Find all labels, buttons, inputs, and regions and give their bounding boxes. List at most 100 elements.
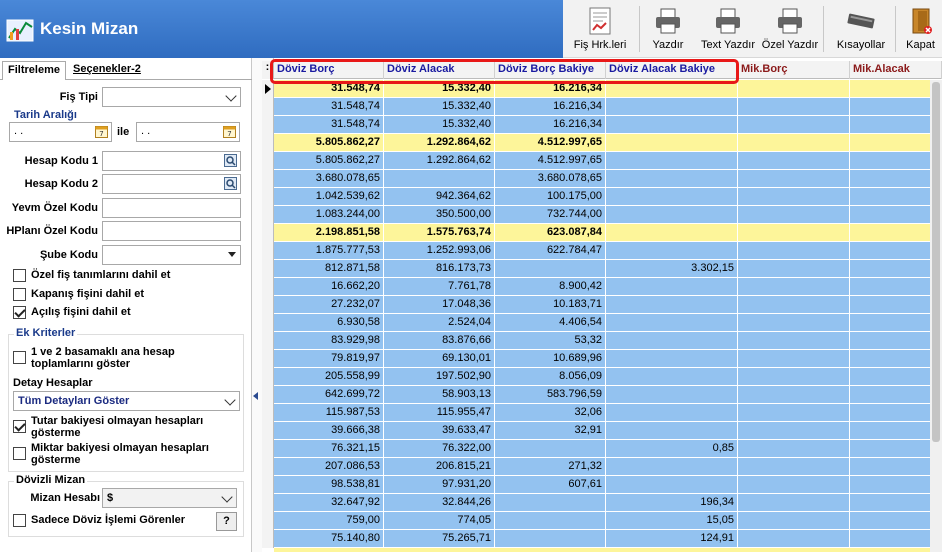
- table-cell[interactable]: [606, 332, 738, 350]
- table-cell[interactable]: 100.175,00: [495, 188, 606, 206]
- table-cell[interactable]: [738, 440, 850, 458]
- table-cell[interactable]: [850, 386, 942, 404]
- table-row[interactable]: 31.548,74 15.332,40 16.216,34: [262, 98, 942, 116]
- table-cell[interactable]: [738, 332, 850, 350]
- table-row[interactable]: 31.548,74 15.332,40 16.216,34: [262, 80, 942, 98]
- table-cell[interactable]: [738, 476, 850, 494]
- row-indicator[interactable]: [262, 170, 274, 188]
- table-row[interactable]: 39.666,38 39.633,47 32,91: [262, 422, 942, 440]
- calendar-icon[interactable]: 7: [223, 125, 236, 138]
- table-cell[interactable]: [738, 152, 850, 170]
- table-cell[interactable]: [606, 152, 738, 170]
- table-cell[interactable]: [850, 152, 942, 170]
- table-row[interactable]: 27.232,07 17.048,36 10.183,71: [262, 296, 942, 314]
- table-cell[interactable]: 816.173,73: [384, 260, 495, 278]
- table-cell[interactable]: 15,05: [606, 512, 738, 530]
- table-cell[interactable]: 6.930,58: [274, 314, 384, 332]
- table-cell[interactable]: 76.322,00: [384, 440, 495, 458]
- row-indicator[interactable]: [262, 80, 274, 98]
- table-cell[interactable]: 5.805.862,27: [274, 152, 384, 170]
- table-cell[interactable]: [738, 296, 850, 314]
- table-cell[interactable]: 115.987,53: [274, 404, 384, 422]
- table-cell[interactable]: [850, 278, 942, 296]
- table-cell[interactable]: 942.364,62: [384, 188, 495, 206]
- row-indicator[interactable]: [262, 314, 274, 332]
- table-cell[interactable]: [738, 314, 850, 332]
- table-row[interactable]: 1.083.244,00 350.500,00 732.744,00: [262, 206, 942, 224]
- fis-hrk-button[interactable]: Fiş Hrk.leri: [565, 0, 635, 58]
- tab-secenekler-2[interactable]: Seçenekler-2: [68, 61, 146, 80]
- acilis-checkbox[interactable]: Açılış fişini dahil et: [13, 306, 243, 320]
- table-cell[interactable]: 75.140,80: [274, 530, 384, 548]
- date-end-field[interactable]: . . 7: [136, 122, 240, 142]
- table-cell[interactable]: 196,34: [606, 494, 738, 512]
- table-cell[interactable]: 15.332,40: [384, 98, 495, 116]
- table-cell[interactable]: [606, 206, 738, 224]
- table-cell[interactable]: [738, 80, 850, 98]
- mizan-hesabi-select[interactable]: $: [102, 488, 237, 508]
- kisayollar-button[interactable]: Kısayollar: [831, 0, 891, 58]
- table-cell[interactable]: 0,85: [606, 440, 738, 458]
- table-cell[interactable]: [850, 134, 942, 152]
- table-cell[interactable]: 39.666,38: [274, 422, 384, 440]
- vertical-scrollbar[interactable]: [930, 80, 942, 552]
- table-cell[interactable]: 7.761,78: [384, 278, 495, 296]
- table-cell[interactable]: [738, 422, 850, 440]
- checkbox-box[interactable]: [13, 306, 26, 319]
- table-cell[interactable]: 16.216,34: [495, 80, 606, 98]
- row-indicator[interactable]: [262, 242, 274, 260]
- table-cell[interactable]: 58.903,13: [384, 386, 495, 404]
- table-cell[interactable]: [738, 512, 850, 530]
- table-cell[interactable]: [850, 260, 942, 278]
- table-cell[interactable]: 76.321,15: [274, 440, 384, 458]
- checkbox-box[interactable]: [13, 420, 26, 433]
- table-cell[interactable]: [495, 440, 606, 458]
- table-cell[interactable]: 583.796,59: [495, 386, 606, 404]
- table-cell[interactable]: [738, 188, 850, 206]
- table-cell[interactable]: [738, 386, 850, 404]
- collapse-arrow-icon[interactable]: [253, 392, 258, 400]
- table-cell[interactable]: [738, 458, 850, 476]
- table-cell[interactable]: [850, 422, 942, 440]
- table-cell[interactable]: 53,32: [495, 332, 606, 350]
- table-cell[interactable]: [850, 512, 942, 530]
- table-row[interactable]: 759,00 774,05 15,05: [262, 512, 942, 530]
- table-row[interactable]: 98.538,81 97.931,20 607,61: [262, 476, 942, 494]
- row-indicator[interactable]: [262, 512, 274, 530]
- sube-kodu-select[interactable]: [102, 245, 241, 265]
- table-cell[interactable]: [738, 224, 850, 242]
- table-cell[interactable]: [606, 278, 738, 296]
- table-row[interactable]: 75.140,80 75.265,71 124,91: [262, 530, 942, 548]
- table-cell[interactable]: 3.302,15: [606, 260, 738, 278]
- row-indicator[interactable]: [262, 332, 274, 350]
- table-cell[interactable]: 31.548,74: [274, 116, 384, 134]
- table-cell[interactable]: [606, 368, 738, 386]
- table-cell[interactable]: [606, 404, 738, 422]
- table-cell[interactable]: 207.086,53: [274, 458, 384, 476]
- table-cell[interactable]: 206.815,21: [384, 458, 495, 476]
- miktar-bakiyesi-checkbox[interactable]: Miktar bakiyesi olmayan hesapları göster…: [13, 442, 238, 468]
- table-cell[interactable]: [850, 188, 942, 206]
- table-row[interactable]: 32.647,92 32.844,26 196,34: [262, 494, 942, 512]
- fis-tipi-select[interactable]: [102, 87, 241, 107]
- table-cell[interactable]: [606, 458, 738, 476]
- table-cell[interactable]: 115.955,47: [384, 404, 495, 422]
- table-row[interactable]: 2.198.851,58 1.575.763,74 623.087,84: [262, 224, 942, 242]
- table-cell[interactable]: 812.871,58: [274, 260, 384, 278]
- table-cell[interactable]: 1.083.244,00: [274, 206, 384, 224]
- row-indicator[interactable]: [262, 476, 274, 494]
- scrollbar-thumb[interactable]: [932, 82, 940, 442]
- column-header[interactable]: Döviz Alacak: [384, 61, 495, 79]
- table-row[interactable]: 207.086,53 206.815,21 271,32: [262, 458, 942, 476]
- kapat-button[interactable]: Kapat: [899, 0, 942, 58]
- table-cell[interactable]: 69.130,01: [384, 350, 495, 368]
- table-cell[interactable]: [495, 494, 606, 512]
- table-cell[interactable]: 83.929,98: [274, 332, 384, 350]
- table-cell[interactable]: 16.216,34: [495, 98, 606, 116]
- table-cell[interactable]: 2.524,04: [384, 314, 495, 332]
- table-cell[interactable]: 774,05: [384, 512, 495, 530]
- table-row[interactable]: 31.548,74 15.332,40 16.216,34: [262, 116, 942, 134]
- table-cell[interactable]: [738, 530, 850, 548]
- table-cell[interactable]: [850, 494, 942, 512]
- table-cell[interactable]: 32.844,26: [384, 494, 495, 512]
